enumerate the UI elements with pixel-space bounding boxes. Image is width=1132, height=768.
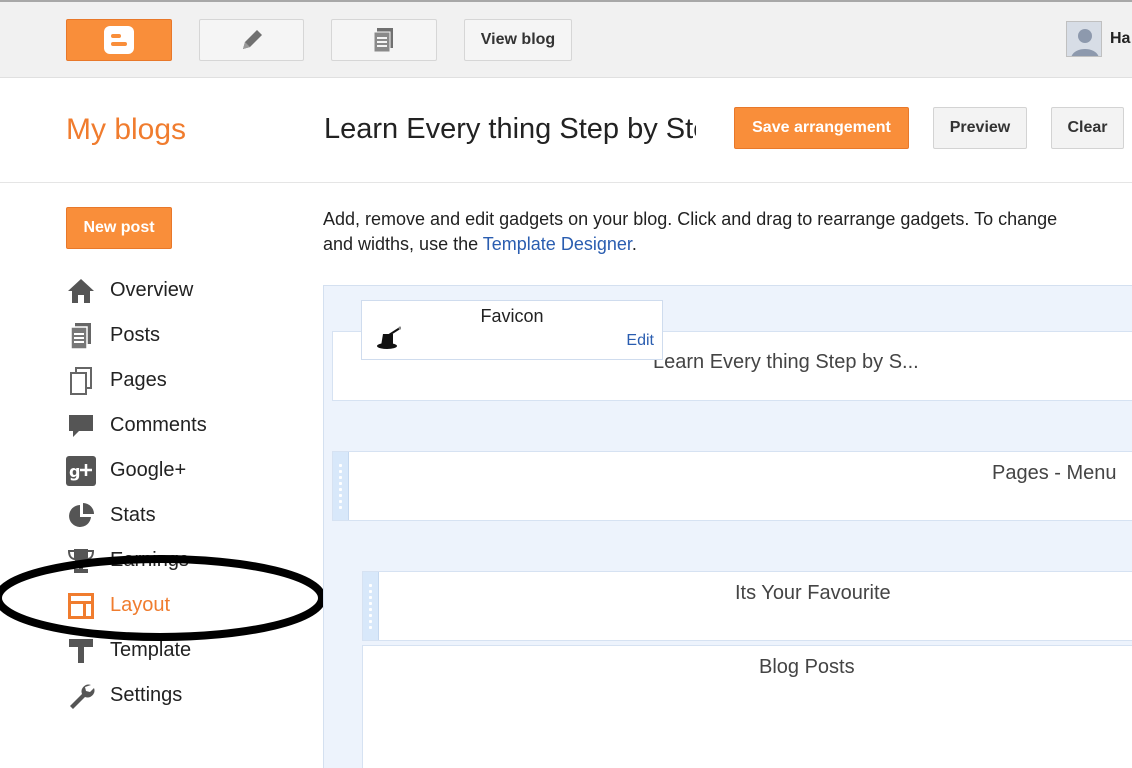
sidebar-item-label: Layout	[110, 594, 171, 616]
sidebar-item-label: Template	[110, 639, 192, 661]
user-name[interactable]: Ha	[1110, 30, 1130, 48]
svg-text:g: g	[69, 462, 80, 481]
top-bar: View blog Ha	[0, 0, 1132, 78]
sidebar-item-stats[interactable]: Stats	[66, 493, 306, 538]
sidebar-item-layout[interactable]: Layout	[66, 583, 306, 628]
description-line-1: Add, remove and edit gadgets on your blo…	[323, 209, 1058, 229]
sidebar-item-label: Posts	[110, 324, 161, 346]
sidebar-item-label: Pages	[110, 369, 167, 391]
sidebar-item-label: Earnings	[110, 549, 189, 571]
sidebar-item-label: Settings	[110, 684, 183, 706]
pages-icon	[66, 366, 96, 396]
layout-icon	[66, 591, 96, 621]
view-blog-button[interactable]: View blog	[464, 19, 572, 61]
its-your-favourite-gadget[interactable]: Its Your Favourite	[362, 571, 1132, 641]
layout-description: Add, remove and edit gadgets on your blo…	[323, 207, 1132, 257]
sidebar-item-google-plus[interactable]: g Google+	[66, 448, 306, 493]
sidebar-item-template[interactable]: Template	[66, 628, 306, 673]
sidebar-item-comments[interactable]: Comments	[66, 403, 306, 448]
template-designer-link[interactable]: Template Designer	[483, 234, 632, 254]
my-blogs-link[interactable]: My blogs	[66, 113, 186, 147]
description-suffix: .	[631, 234, 637, 254]
comment-icon	[66, 411, 96, 441]
sidebar-item-settings[interactable]: Settings	[66, 673, 306, 718]
blogger-logo-button[interactable]	[66, 19, 172, 61]
save-arrangement-button[interactable]: Save arrangement	[734, 107, 909, 149]
pages-menu-title: Pages - Menu	[992, 462, 1117, 484]
trophy-icon	[66, 546, 96, 576]
sidebar-nav: Overview Posts Pages Comments g Google+	[66, 268, 306, 718]
sidebar-item-label: Comments	[110, 414, 207, 436]
posts-icon	[66, 321, 96, 351]
drag-handle[interactable]	[363, 572, 379, 640]
favicon-gadget-title: Favicon	[480, 306, 544, 326]
user-avatar-icon	[1071, 29, 1099, 56]
sidebar-item-pages[interactable]: Pages	[66, 358, 306, 403]
page-title: Learn Every thing Step by Step	[324, 113, 696, 145]
sidebar-item-label: Google+	[110, 459, 187, 481]
description-line-2: and widths, use the Template Designer.	[323, 232, 1132, 257]
blogger-layout-page: View blog Ha My blogs Learn Every thing …	[0, 0, 1132, 768]
sidebar-item-label: Stats	[110, 504, 156, 526]
pages-icon	[373, 28, 393, 53]
description-text: and widths, use the	[323, 234, 483, 254]
blog-posts-gadget[interactable]: Blog Posts	[362, 645, 1132, 768]
pages-menu-gadget[interactable]: Pages - Menu	[332, 451, 1132, 521]
sidebar-item-earnings[interactable]: Earnings	[66, 538, 306, 583]
pencil-icon	[242, 30, 262, 49]
home-icon	[66, 276, 96, 306]
sidebar-item-label: Overview	[110, 279, 194, 301]
new-post-button[interactable]: New post	[66, 207, 172, 249]
pages-list-button[interactable]	[331, 19, 437, 61]
layout-canvas: Learn Every thing Step by S... Favicon E…	[323, 285, 1132, 768]
google-plus-icon: g	[66, 455, 96, 486]
page-header: My blogs Learn Every thing Step by Step …	[0, 79, 1132, 183]
magic-hat-icon	[377, 326, 401, 349]
blog-posts-title: Blog Posts	[759, 656, 855, 678]
template-icon	[66, 636, 96, 666]
drag-handle[interactable]	[333, 452, 349, 520]
new-post-pencil-button[interactable]	[199, 19, 304, 61]
avatar[interactable]	[1066, 21, 1102, 57]
wrench-icon	[66, 681, 96, 711]
sidebar-item-posts[interactable]: Posts	[66, 313, 306, 358]
favicon-gadget[interactable]: Favicon Edit	[361, 300, 663, 360]
pie-chart-icon	[66, 501, 96, 531]
clear-button[interactable]: Clear	[1051, 107, 1124, 149]
blogger-logo-icon	[104, 26, 134, 54]
favicon-edit-link[interactable]: Edit	[626, 332, 654, 350]
its-your-favourite-title: Its Your Favourite	[735, 582, 891, 604]
preview-button[interactable]: Preview	[933, 107, 1027, 149]
sidebar-item-overview[interactable]: Overview	[66, 268, 306, 313]
header-gadget-title: Learn Every thing Step by S...	[653, 351, 919, 373]
